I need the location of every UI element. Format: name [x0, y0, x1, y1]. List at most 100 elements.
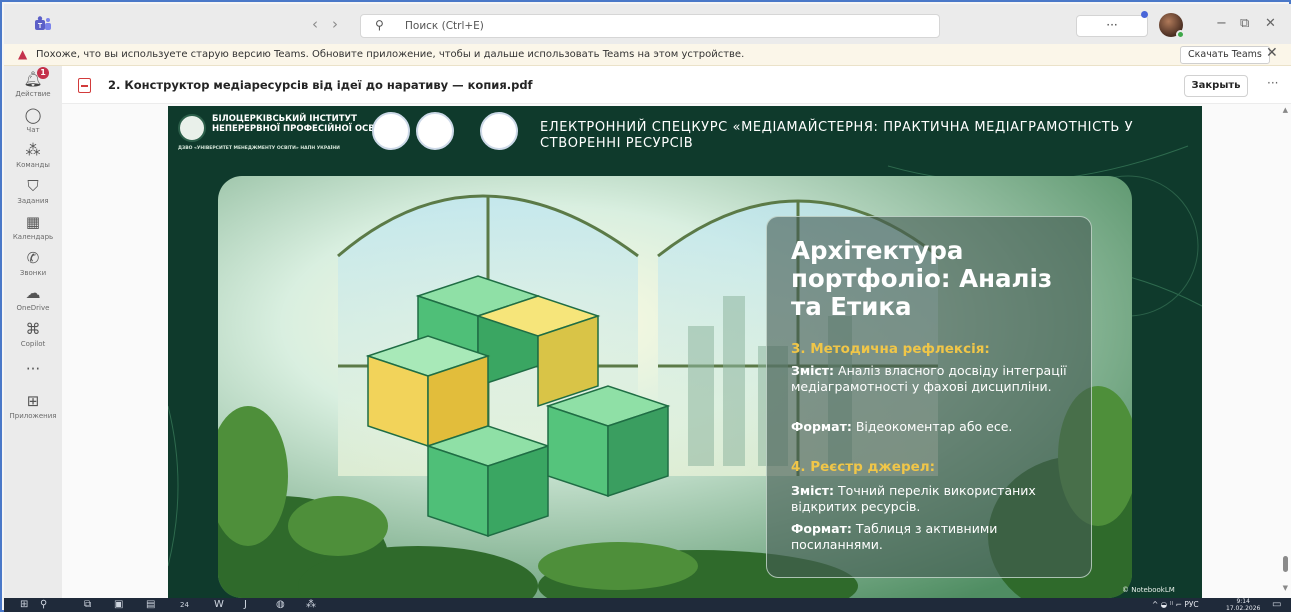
section-3-format: Формат: Відеокоментар або есе. — [791, 419, 1081, 435]
rail-item-calendar[interactable]: ▦ Календарь — [4, 213, 62, 241]
info-card: Архітектура портфоліо: Аналіз та Етика 3… — [766, 216, 1092, 578]
rail-item-more[interactable]: ··· — [4, 360, 62, 378]
banner-message: Похоже, что вы используете старую версию… — [36, 49, 745, 60]
teams-taskbar-icon[interactable]: ⁂ — [306, 598, 316, 612]
restore-icon[interactable]: ⧉ — [1240, 16, 1249, 31]
windows-start-icon[interactable]: ⊞ — [20, 598, 28, 612]
pdf-file-icon — [78, 78, 91, 93]
activity-badge: 1 — [37, 67, 49, 79]
avatar[interactable] — [1159, 13, 1185, 39]
search-icon: ⚲ — [375, 18, 384, 32]
section-3-heading: 3. Методична рефлексія: — [791, 341, 990, 357]
copilot-icon: ⌘ — [25, 320, 41, 338]
title-bar: T ‹› ⚲ Поиск (Ctrl+E) ··· − ⧉ ✕ — [4, 4, 1291, 44]
more-icon[interactable]: ··· — [1267, 76, 1278, 90]
rail-item-assignments[interactable]: ⛉ Задания — [4, 177, 62, 205]
format-label: Формат: — [791, 521, 852, 536]
document-panel: 2. Конструктор медіаресурсів від ідеї до… — [62, 66, 1291, 598]
rail-item-label: Приложения — [9, 412, 57, 420]
chat-icon: ◯ — [24, 106, 42, 124]
chrome-icon[interactable]: ◍ — [276, 598, 285, 612]
phone-icon: ✆ — [26, 249, 40, 267]
rail-item-label: Действие — [15, 90, 51, 98]
calendar-icon: ▦ — [25, 213, 41, 231]
document-title: 2. Конструктор медіаресурсів від ідеї до… — [108, 78, 533, 92]
more-options-button[interactable]: ··· — [1076, 15, 1148, 37]
clock-time: 9:14 — [1236, 598, 1250, 605]
institute-name-line1: БІЛОЦЕРКІВСЬКИЙ ІНСТИТУТ — [212, 114, 357, 124]
rail-item-label: Звонки — [19, 269, 47, 277]
task-view-icon[interactable]: ⧉ — [84, 598, 91, 612]
update-banner: ▲ Похоже, что вы используете старую верс… — [4, 44, 1291, 66]
rail-item-activity[interactable]: 🔔︎ 1 Действие — [4, 67, 62, 98]
institute-name-line2: НЕПЕРЕРВНОЇ ПРОФЕСІЙНОЇ ОСВІТИ — [212, 124, 391, 134]
scroll-down-icon[interactable]: ▼ — [1283, 584, 1288, 592]
cloud-icon: ☁︎ — [25, 284, 41, 302]
section-4-heading: 4. Реєстр джерел: — [791, 459, 936, 475]
status-online-icon — [1176, 30, 1185, 39]
institute-emblem-icon — [178, 114, 206, 142]
rail-item-teams[interactable]: ⁂ Команды — [4, 141, 62, 169]
document-app-icon[interactable]: J — [244, 598, 247, 612]
rail-item-onedrive[interactable]: ☁︎ OneDrive — [4, 284, 62, 312]
back-arrow-icon[interactable]: ‹ — [312, 15, 332, 33]
rail-item-apps[interactable]: ⊞ Приложения — [4, 392, 62, 420]
word-icon[interactable]: W — [214, 598, 224, 612]
institute-subtitle: ДЗВО «УНІВЕРСИТЕТ МЕНЕДЖМЕНТУ ОСВІТИ» НА… — [178, 146, 340, 151]
notebooklm-watermark: © NotebookLM — [1122, 586, 1175, 594]
scrollbar-thumb[interactable] — [1283, 556, 1288, 572]
search-input[interactable]: ⚲ Поиск (Ctrl+E) — [360, 14, 940, 38]
minimize-icon[interactable]: − — [1216, 16, 1227, 31]
app-window: T ‹› ⚲ Поиск (Ctrl+E) ··· − ⧉ ✕ ▲ Похоже… — [0, 0, 1291, 612]
rail-item-label: Задания — [17, 197, 49, 205]
section-4-format: Формат: Таблиця з активними посиланнями. — [791, 521, 1081, 553]
taskbar: ⊞ ⚲ ⧉ ▣ ▤ 24 W J ◍ ⁂ ^ ◒ ⁾⁾ ⌐ РУС 9:14 1… — [4, 598, 1291, 612]
scroll-up-icon[interactable]: ▲ — [1283, 106, 1288, 114]
app-rail: 🔔︎ 1 Действие ◯ Чат ⁂ Команды ⛉ Задания … — [4, 66, 62, 598]
rail-item-label: Команды — [16, 161, 50, 169]
weather-badge-icon[interactable]: 24 — [180, 598, 189, 612]
taskbar-search-icon[interactable]: ⚲ — [40, 598, 47, 612]
system-tray[interactable]: ^ ◒ ⁾⁾ ⌐ РУС — [1152, 600, 1199, 609]
forward-arrow-icon[interactable]: › — [332, 15, 352, 33]
clock[interactable]: 9:14 17.02.2026 — [1226, 598, 1260, 612]
rail-item-copilot[interactable]: ⌘ Copilot — [4, 320, 62, 348]
format-label: Формат: — [791, 419, 852, 434]
notifications-icon[interactable]: ▭ — [1272, 598, 1281, 612]
section-4-content: Зміст: Точний перелік використаних відкр… — [791, 483, 1081, 515]
close-document-button[interactable]: Закрыть — [1184, 75, 1248, 97]
banner-close-icon[interactable]: ✕ — [1266, 45, 1278, 61]
teams-logo-icon[interactable]: T — [32, 16, 52, 32]
download-teams-button[interactable]: Скачать Teams — [1180, 46, 1270, 64]
warning-icon: ▲ — [18, 47, 28, 61]
content-label: Зміст: — [791, 483, 835, 498]
book-logo-icon — [416, 112, 454, 150]
university-logo-icon — [480, 112, 518, 150]
language-indicator[interactable]: РУС — [1184, 600, 1198, 609]
section-3-content: Зміст: Аналіз власного досвіду інтеграці… — [791, 363, 1081, 395]
rail-item-calls[interactable]: ✆ Звонки — [4, 249, 62, 277]
card-title: Архітектура портфоліо: Аналіз та Етика — [791, 236, 1053, 321]
format-text: Відеокоментар або есе. — [855, 419, 1013, 434]
apps-icon: ⊞ — [26, 392, 40, 410]
rail-item-label: Календарь — [12, 233, 54, 241]
media-app-icon[interactable]: ▣ — [114, 598, 123, 612]
document-header: 2. Конструктор медіаресурсів від ідеї до… — [62, 66, 1291, 104]
institute-name: БІЛОЦЕРКІВСЬКИЙ ІНСТИТУТ НЕПЕРЕРВНОЇ ПРО… — [212, 114, 391, 134]
image-app-icon[interactable]: ▤ — [146, 598, 155, 612]
close-window-icon[interactable]: ✕ — [1265, 16, 1276, 31]
clock-date: 17.02.2026 — [1226, 605, 1261, 612]
rail-item-label: Чат — [26, 126, 40, 134]
search-placeholder: Поиск (Ctrl+E) — [405, 20, 484, 32]
bell-icon: 🔔︎ — [23, 70, 43, 88]
pdf-viewer[interactable]: БІЛОЦЕРКІВСЬКИЙ ІНСТИТУТ НЕПЕРЕРВНОЇ ПРО… — [62, 104, 1291, 598]
graduation-logo-icon — [372, 112, 410, 150]
notification-dot — [1141, 11, 1148, 18]
rail-item-label: Copilot — [20, 340, 46, 348]
rail-item-chat[interactable]: ◯ Чат — [4, 106, 62, 134]
svg-text:T: T — [38, 23, 43, 30]
scrollbar[interactable] — [1281, 106, 1289, 596]
course-title: ЕЛЕКТРОННИЙ СПЕЦКУРС «МЕДІАМАЙСТЕРНЯ: ПР… — [540, 120, 1134, 151]
content-label: Зміст: — [791, 363, 835, 378]
assignments-icon: ⛉ — [27, 177, 39, 195]
